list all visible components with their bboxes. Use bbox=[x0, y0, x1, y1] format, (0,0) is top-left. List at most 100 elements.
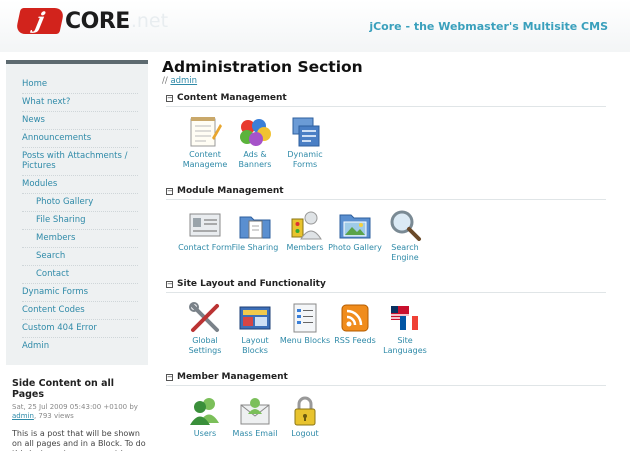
admin-item-ads-banners[interactable]: Ads & Banners bbox=[230, 115, 280, 179]
section-content-management: − Content Management Content Manageme Ad… bbox=[162, 93, 612, 179]
sidebar: Home What next? News Announcements Posts… bbox=[6, 60, 148, 365]
sidebar-item-content-codes[interactable]: Content Codes bbox=[22, 302, 138, 320]
page-title: Administration Section bbox=[162, 58, 363, 76]
admin-item-site-languages[interactable]: Site Languages bbox=[380, 301, 430, 365]
item-label: Dynamic Forms bbox=[287, 150, 323, 169]
site-tagline: jCore - the Webmaster's Multisite CMS bbox=[369, 20, 608, 33]
section-title: Content Management bbox=[177, 93, 287, 103]
sidebar-nav: Home What next? News Announcements Posts… bbox=[6, 64, 148, 355]
content-management-icon bbox=[187, 115, 223, 149]
section-title: Module Management bbox=[177, 186, 284, 196]
item-label: Site Languages bbox=[383, 336, 427, 355]
section-title: Member Management bbox=[177, 372, 288, 382]
main-content: Administration Section // admin − Conten… bbox=[162, 58, 612, 451]
admin-item-dynamic-forms[interactable]: Dynamic Forms bbox=[280, 115, 330, 179]
section-items: Content Manageme Ads & Banners Dynamic F… bbox=[162, 115, 612, 179]
side-content-title[interactable]: Side Content on all Pages bbox=[12, 378, 146, 400]
section-site-layout: − Site Layout and Functionality Global S… bbox=[162, 279, 612, 365]
sidebar-item-custom-404[interactable]: Custom 404 Error bbox=[22, 320, 138, 338]
section-header: − Site Layout and Functionality bbox=[166, 279, 606, 293]
header: j CORE .net jCore - the Webmaster's Mult… bbox=[0, 0, 630, 52]
admin-item-rss-feeds[interactable]: RSS Feeds bbox=[330, 301, 380, 365]
side-content-text: This is a post that will be shown on all… bbox=[12, 429, 146, 451]
breadcrumb-admin-link[interactable]: admin bbox=[170, 76, 197, 86]
item-label: Logout bbox=[291, 429, 319, 438]
side-content-meta: Sat, 25 Jul 2009 05:43:00 +0100 by admin… bbox=[12, 403, 146, 421]
section-header: − Module Management bbox=[166, 186, 606, 200]
item-label: Layout Blocks bbox=[241, 336, 269, 355]
admin-item-global-settings[interactable]: Global Settings bbox=[180, 301, 230, 365]
dynamic-forms-icon bbox=[287, 115, 323, 149]
sidebar-item-photo-gallery[interactable]: Photo Gallery bbox=[22, 194, 138, 212]
item-label: Contact Form bbox=[178, 243, 232, 252]
photo-gallery-icon bbox=[337, 208, 373, 242]
admin-item-content-management[interactable]: Content Manageme bbox=[180, 115, 230, 179]
sidebar-item-members[interactable]: Members bbox=[22, 230, 138, 248]
breadcrumb: // admin bbox=[162, 76, 612, 86]
side-content-date: Sat, 25 Jul 2009 05:43:00 +0100 by bbox=[12, 403, 138, 411]
item-label: Global Settings bbox=[188, 336, 222, 355]
sidebar-item-posts-attachments[interactable]: Posts with Attachments / Pictures bbox=[22, 148, 138, 176]
sidebar-item-news[interactable]: News bbox=[22, 112, 138, 130]
sidebar-item-search[interactable]: Search bbox=[22, 248, 138, 266]
sidebar-item-announcements[interactable]: Announcements bbox=[22, 130, 138, 148]
ads-banners-icon bbox=[237, 115, 273, 149]
section-header: − Content Management bbox=[166, 93, 606, 107]
layout-blocks-icon bbox=[237, 301, 273, 335]
item-label: Content Manageme bbox=[182, 150, 228, 169]
admin-item-logout[interactable]: Logout bbox=[280, 394, 330, 451]
members-icon bbox=[287, 208, 323, 242]
item-label: Users bbox=[193, 429, 217, 438]
collapse-toggle-icon[interactable]: − bbox=[166, 94, 173, 102]
logo-j: j bbox=[15, 8, 65, 34]
section-items: Contact Form File Sharing Members Photo … bbox=[162, 208, 612, 272]
item-label: Menu Blocks bbox=[279, 336, 331, 345]
admin-item-members[interactable]: Members bbox=[280, 208, 330, 272]
sidebar-item-file-sharing[interactable]: File Sharing bbox=[22, 212, 138, 230]
sidebar-item-dynamic-forms[interactable]: Dynamic Forms bbox=[22, 284, 138, 302]
logo-core: CORE bbox=[65, 8, 130, 34]
contact-form-icon bbox=[187, 208, 223, 242]
sidebar-item-admin[interactable]: Admin bbox=[22, 338, 138, 355]
lock-icon bbox=[287, 394, 323, 428]
users-icon bbox=[187, 394, 223, 428]
sidebar-item-home[interactable]: Home bbox=[22, 76, 138, 94]
collapse-toggle-icon[interactable]: − bbox=[166, 280, 173, 288]
sidebar-item-contact[interactable]: Contact bbox=[22, 266, 138, 284]
admin-item-layout-blocks[interactable]: Layout Blocks bbox=[230, 301, 280, 365]
admin-item-photo-gallery[interactable]: Photo Gallery bbox=[328, 208, 382, 272]
site-logo[interactable]: j CORE .net bbox=[15, 8, 169, 34]
global-settings-icon bbox=[187, 301, 223, 335]
site-languages-icon bbox=[387, 301, 423, 335]
side-content-author-link[interactable]: admin bbox=[12, 412, 34, 420]
collapse-toggle-icon[interactable]: − bbox=[166, 373, 173, 381]
sidebar-item-what-next[interactable]: What next? bbox=[22, 94, 138, 112]
mass-email-icon bbox=[237, 394, 273, 428]
side-content-block: Side Content on all Pages Sat, 25 Jul 20… bbox=[12, 378, 146, 451]
logo-net: .net bbox=[130, 10, 169, 32]
item-label: Mass Email bbox=[232, 429, 278, 438]
item-label: RSS Feeds bbox=[334, 336, 376, 345]
file-sharing-icon bbox=[237, 208, 273, 242]
item-label: Photo Gallery bbox=[328, 243, 382, 252]
item-label: Search Engine bbox=[391, 243, 419, 262]
item-label: Members bbox=[286, 243, 324, 252]
rss-feeds-icon bbox=[337, 301, 373, 335]
admin-item-mass-email[interactable]: Mass Email bbox=[230, 394, 280, 451]
breadcrumb-prefix: // bbox=[162, 76, 168, 86]
admin-item-users[interactable]: Users bbox=[180, 394, 230, 451]
section-items: Users Mass Email Logout bbox=[162, 394, 612, 451]
admin-item-menu-blocks[interactable]: Menu Blocks bbox=[280, 301, 330, 365]
admin-item-contact-form[interactable]: Contact Form bbox=[178, 208, 232, 272]
admin-item-search-engine[interactable]: Search Engine bbox=[380, 208, 430, 272]
sidebar-item-modules[interactable]: Modules bbox=[22, 176, 138, 194]
side-content-views: , 793 views bbox=[33, 412, 74, 420]
item-label: File Sharing bbox=[231, 243, 279, 252]
section-items: Global Settings Layout Blocks Menu Block… bbox=[162, 301, 612, 365]
section-module-management: − Module Management Contact Form File Sh… bbox=[162, 186, 612, 272]
section-header: − Member Management bbox=[166, 372, 606, 386]
search-engine-icon bbox=[387, 208, 423, 242]
admin-item-file-sharing[interactable]: File Sharing bbox=[230, 208, 280, 272]
menu-blocks-icon bbox=[287, 301, 323, 335]
collapse-toggle-icon[interactable]: − bbox=[166, 187, 173, 195]
